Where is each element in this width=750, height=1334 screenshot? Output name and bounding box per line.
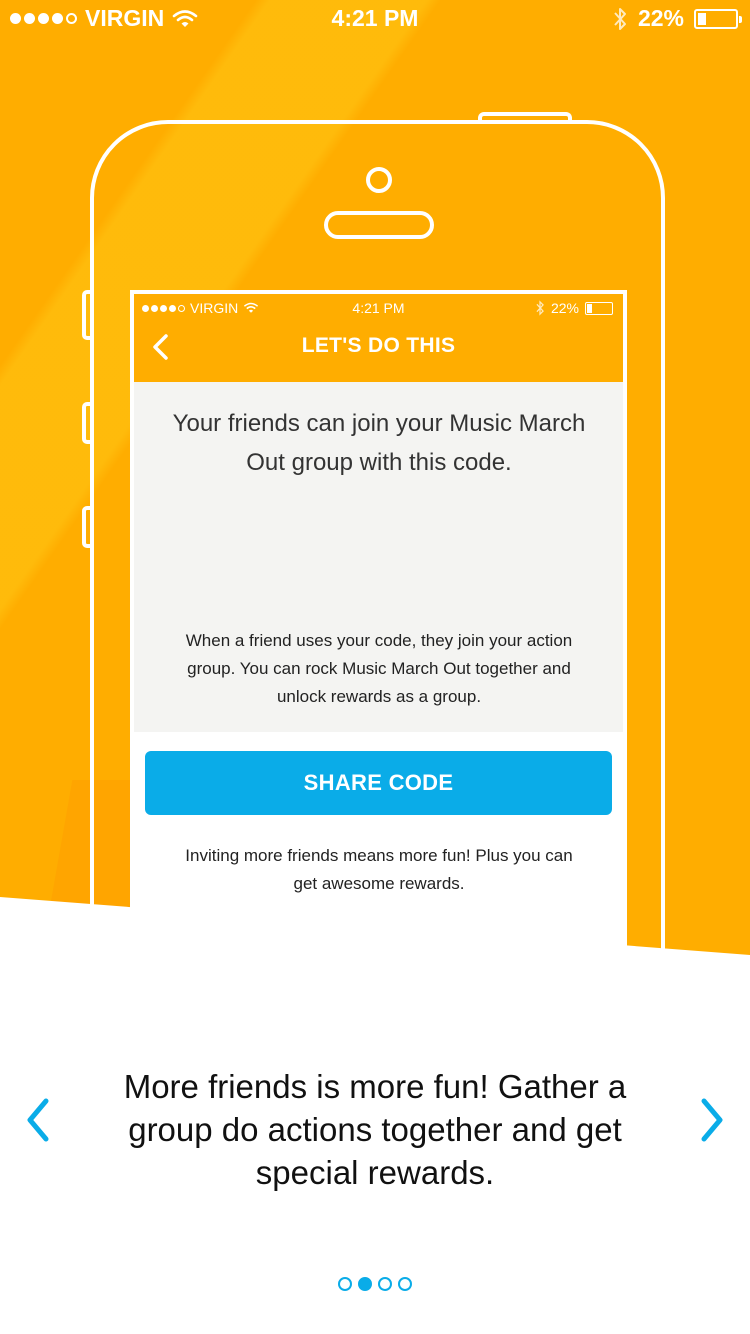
- previous-arrow-icon[interactable]: [22, 1095, 56, 1145]
- page-dot[interactable]: [358, 1277, 372, 1291]
- onboarding-screen: VIRGIN 4:21 PM 22% VIRGIN 4:21 PM 22% LE…: [0, 0, 750, 1334]
- page-dot[interactable]: [398, 1277, 412, 1291]
- onboarding-caption: More friends is more fun! Gather a group…: [123, 1068, 627, 1191]
- page-dot[interactable]: [378, 1277, 392, 1291]
- page-dot[interactable]: [338, 1277, 352, 1291]
- page-indicator: [0, 1277, 750, 1291]
- next-arrow-icon[interactable]: [694, 1095, 728, 1145]
